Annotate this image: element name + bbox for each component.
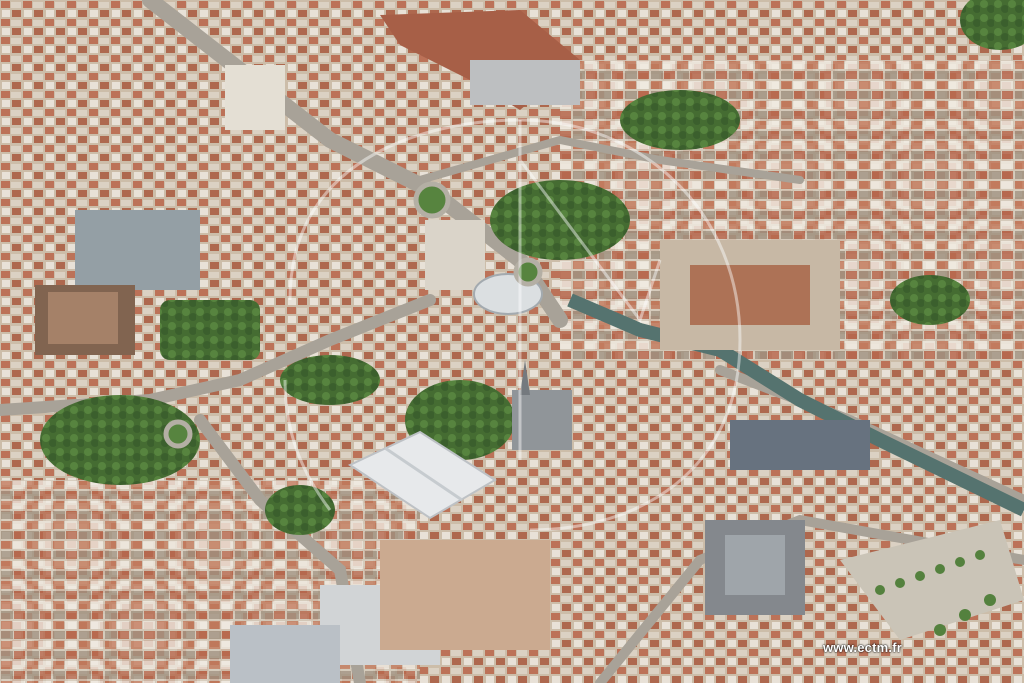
aerial-photo-canvas <box>0 0 1024 683</box>
watermark-credit: www.ectm.fr <box>822 640 902 655</box>
aerial-photo: www.ectm.fr <box>0 0 1024 683</box>
